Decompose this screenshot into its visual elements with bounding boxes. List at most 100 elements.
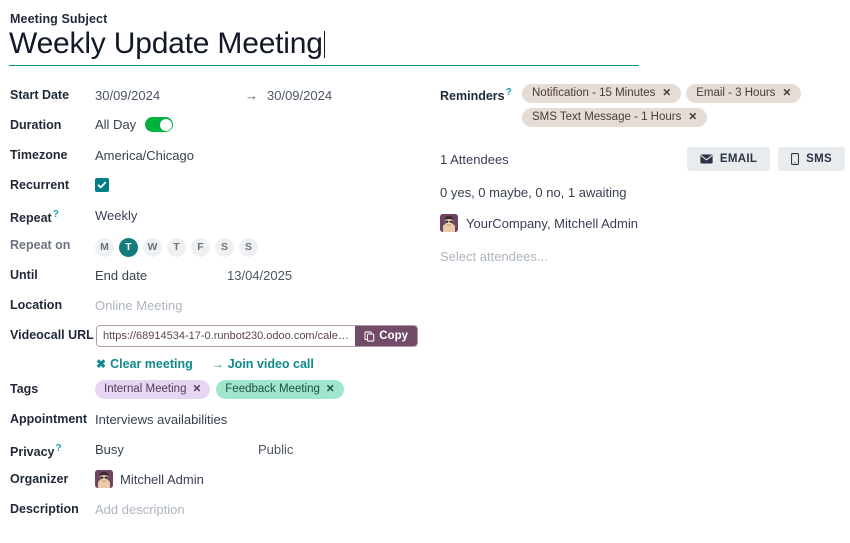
end-date-value[interactable]: 30/09/2024 — [267, 87, 332, 104]
form-left-column: Start Date 30/09/2024 → 30/09/2024 Durat… — [10, 84, 430, 528]
sms-button-label: SMS — [806, 153, 832, 165]
videocall-actions-spacer — [10, 352, 96, 355]
field-row-description: Description Add description — [10, 498, 430, 528]
tags-label: Tags — [10, 378, 95, 397]
join-arrow-icon: → — [212, 356, 224, 373]
select-attendees-input[interactable]: Select attendees... — [440, 249, 845, 264]
repeat-on-label: Repeat on — [10, 234, 95, 253]
field-row-timezone: Timezone America/Chicago — [10, 144, 430, 174]
allday-toggle[interactable] — [145, 117, 173, 132]
appointment-value[interactable]: Interviews availabilities — [95, 408, 227, 428]
reminder-remove-icon[interactable]: ✕ — [688, 110, 697, 125]
meeting-title-field[interactable]: Weekly Update Meeting — [9, 26, 639, 66]
field-row-duration: Duration All Day — [10, 114, 430, 144]
until-label: Until — [10, 264, 95, 283]
tag-internal-meeting[interactable]: Internal Meeting ✕ — [95, 380, 210, 399]
repeat-value[interactable]: Weekly — [95, 204, 137, 224]
reminders-help-icon[interactable]: ? — [506, 87, 512, 98]
organizer-avatar — [95, 470, 113, 488]
meeting-subject-label: Meeting Subject — [10, 12, 107, 26]
field-row-appointment: Appointment Interviews availabilities — [10, 408, 430, 438]
description-label: Description — [10, 498, 95, 517]
field-row-recurrent: Recurrent — [10, 174, 430, 204]
date-range-arrow-icon: → — [245, 87, 258, 104]
repeat-label: Repeat? — [10, 204, 95, 226]
attendee-avatar — [440, 214, 458, 232]
form-right-column: Reminders? Notification - 15 Minutes ✕ E… — [440, 84, 845, 264]
start-date-value[interactable]: 30/09/2024 — [95, 87, 245, 104]
reminder-remove-icon[interactable]: ✕ — [782, 86, 791, 101]
duration-label: Duration — [10, 114, 95, 133]
field-row-repeat: Repeat? Weekly — [10, 204, 430, 234]
email-button-label: EMAIL — [720, 153, 757, 165]
until-mode-value[interactable]: End date — [95, 267, 227, 284]
privacy-help-icon[interactable]: ? — [55, 443, 61, 454]
tag-label: Feedback Meeting — [225, 382, 320, 397]
weekday-friday[interactable]: F — [191, 238, 210, 257]
location-label: Location — [10, 294, 95, 313]
reminders-label-text: Reminders — [440, 89, 505, 103]
weekday-sunday[interactable]: S — [239, 238, 258, 257]
field-row-videocall-url: Videocall URL https://68914534-17-0.runb… — [10, 324, 430, 352]
reminder-notification-15-minutes[interactable]: Notification - 15 Minutes ✕ — [522, 84, 681, 103]
tag-remove-icon[interactable]: ✕ — [192, 382, 201, 397]
until-date-value[interactable]: 13/04/2025 — [227, 267, 292, 284]
reminder-sms-1-hours[interactable]: SMS Text Message - 1 Hours ✕ — [522, 108, 707, 127]
attendee-name[interactable]: YourCompany, Mitchell Admin — [466, 216, 638, 231]
copy-icon — [364, 331, 375, 342]
timezone-value[interactable]: America/Chicago — [95, 144, 194, 164]
attendees-rsvp-summary: 0 yes, 0 maybe, 0 no, 1 awaiting — [440, 185, 845, 200]
attendees-header: 1 Attendees EMAIL SMS — [440, 147, 845, 171]
field-row-tags: Tags Internal Meeting ✕ Feedback Meeting… — [10, 378, 430, 408]
clear-meeting-link[interactable]: ✖ Clear meeting — [96, 356, 193, 373]
privacy-show-as-value[interactable]: Busy — [95, 441, 258, 458]
weekday-selector: M T W T F S S — [95, 237, 258, 257]
start-date-label: Start Date — [10, 84, 95, 103]
reminders-list: Notification - 15 Minutes ✕ Email - 3 Ho… — [522, 84, 822, 127]
copy-button-label: Copy — [379, 328, 408, 345]
reminder-label: Notification - 15 Minutes — [532, 86, 655, 101]
weekday-thursday[interactable]: T — [167, 238, 186, 257]
privacy-label: Privacy? — [10, 438, 95, 460]
toggle-knob — [160, 119, 172, 131]
copy-url-button[interactable]: Copy — [355, 326, 417, 346]
clear-icon: ✖ — [96, 356, 106, 373]
attendees-count: 1 Attendees — [440, 152, 509, 167]
reminders-label: Reminders? — [440, 84, 522, 103]
videocall-url-input[interactable]: https://68914534-17-0.runbot230.odoo.com… — [97, 326, 355, 346]
privacy-visibility-value[interactable]: Public — [258, 441, 293, 458]
tag-label: Internal Meeting — [104, 382, 186, 397]
tag-feedback-meeting[interactable]: Feedback Meeting ✕ — [216, 380, 343, 399]
videocall-actions-row: ✖ Clear meeting → Join video call — [10, 352, 430, 378]
clear-meeting-label: Clear meeting — [110, 356, 193, 373]
recurrent-checkbox[interactable] — [95, 178, 109, 192]
meeting-title-text[interactable]: Weekly Update Meeting — [9, 27, 323, 60]
reminder-email-3-hours[interactable]: Email - 3 Hours ✕ — [686, 84, 801, 103]
field-row-reminders: Reminders? Notification - 15 Minutes ✕ E… — [440, 84, 845, 127]
email-button[interactable]: EMAIL — [687, 147, 770, 171]
reminder-label: SMS Text Message - 1 Hours — [532, 110, 681, 125]
reminder-label: Email - 3 Hours — [696, 86, 775, 101]
tags-list: Internal Meeting ✕ Feedback Meeting ✕ — [95, 379, 344, 399]
mobile-phone-icon — [791, 153, 799, 165]
location-input[interactable]: Online Meeting — [95, 294, 182, 314]
weekday-saturday[interactable]: S — [215, 238, 234, 257]
join-video-call-link[interactable]: → Join video call — [212, 356, 314, 373]
weekday-monday[interactable]: M — [95, 238, 114, 257]
weekday-tuesday[interactable]: T — [119, 238, 138, 257]
appointment-label: Appointment — [10, 408, 95, 427]
repeat-label-text: Repeat — [10, 211, 52, 225]
organizer-name[interactable]: Mitchell Admin — [120, 471, 204, 488]
field-row-repeat-on: Repeat on M T W T F S S — [10, 234, 430, 264]
weekday-wednesday[interactable]: W — [143, 238, 162, 257]
sms-button[interactable]: SMS — [778, 147, 845, 171]
join-video-call-label: Join video call — [228, 356, 314, 373]
field-row-privacy: Privacy? Busy Public — [10, 438, 430, 468]
repeat-help-icon[interactable]: ? — [53, 209, 59, 220]
attendee-row[interactable]: YourCompany, Mitchell Admin — [440, 214, 845, 232]
event-form-page: Meeting Subject Weekly Update Meeting St… — [0, 0, 850, 543]
description-input[interactable]: Add description — [95, 498, 185, 518]
allday-label: All Day — [95, 116, 136, 133]
tag-remove-icon[interactable]: ✕ — [326, 382, 335, 397]
reminder-remove-icon[interactable]: ✕ — [662, 86, 671, 101]
